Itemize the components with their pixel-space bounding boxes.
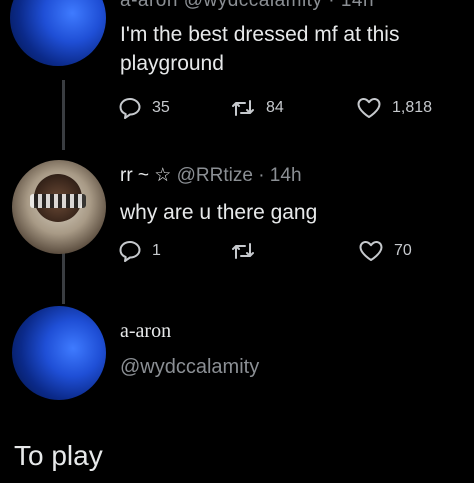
tweet1-header-partial: a-aron @wydccalamity · 14h (120, 0, 375, 11)
reply-icon (118, 97, 142, 119)
tweet2-retweet-button[interactable] (230, 240, 266, 262)
tweet2-timestamp[interactable]: · 14h (258, 165, 301, 186)
tweet1-like-button[interactable]: 1,818 (356, 97, 432, 119)
avatar-a-aron[interactable] (12, 306, 106, 400)
tweet1-retweet-count: 84 (266, 99, 284, 116)
tweet2-reply-button[interactable]: 1 (118, 240, 161, 262)
retweet-icon (230, 240, 256, 262)
avatar-photo-bandana (30, 194, 86, 208)
tweet1-retweet-button[interactable]: 84 (230, 97, 284, 119)
tweet2-body: why are u there gang (120, 201, 318, 224)
reply-icon (118, 240, 142, 262)
like-icon (356, 97, 382, 119)
retweet-icon (230, 97, 256, 119)
reply-handle[interactable]: @wydccalamity (120, 356, 259, 379)
tweet2-header: rr ~ ☆ @RRtize · 14h (120, 164, 302, 187)
tweet1-reply-count: 35 (152, 99, 170, 116)
like-icon (358, 240, 384, 262)
reply-display-name[interactable]: a-aron (120, 320, 171, 343)
tweet2-display-name[interactable]: rr ~ ☆ (120, 165, 171, 186)
tweet2-like-button[interactable]: 70 (358, 240, 412, 262)
tweet1-reply-button[interactable]: 35 (118, 97, 170, 119)
thread-line-2 (62, 246, 65, 304)
avatar-a-aron-top[interactable] (10, 0, 106, 66)
avatar-rrtize[interactable] (12, 160, 106, 254)
tweet2-reply-count: 1 (152, 242, 161, 259)
tweet2-like-count: 70 (394, 242, 412, 259)
tweet1-like-count: 1,818 (392, 99, 433, 116)
tweet2-handle[interactable]: @RRtize (177, 165, 253, 186)
thread-line-1 (62, 80, 65, 150)
reply-body: To play (14, 440, 103, 471)
tweet1-body: I'm the best dressed mf at this playgrou… (120, 23, 400, 75)
